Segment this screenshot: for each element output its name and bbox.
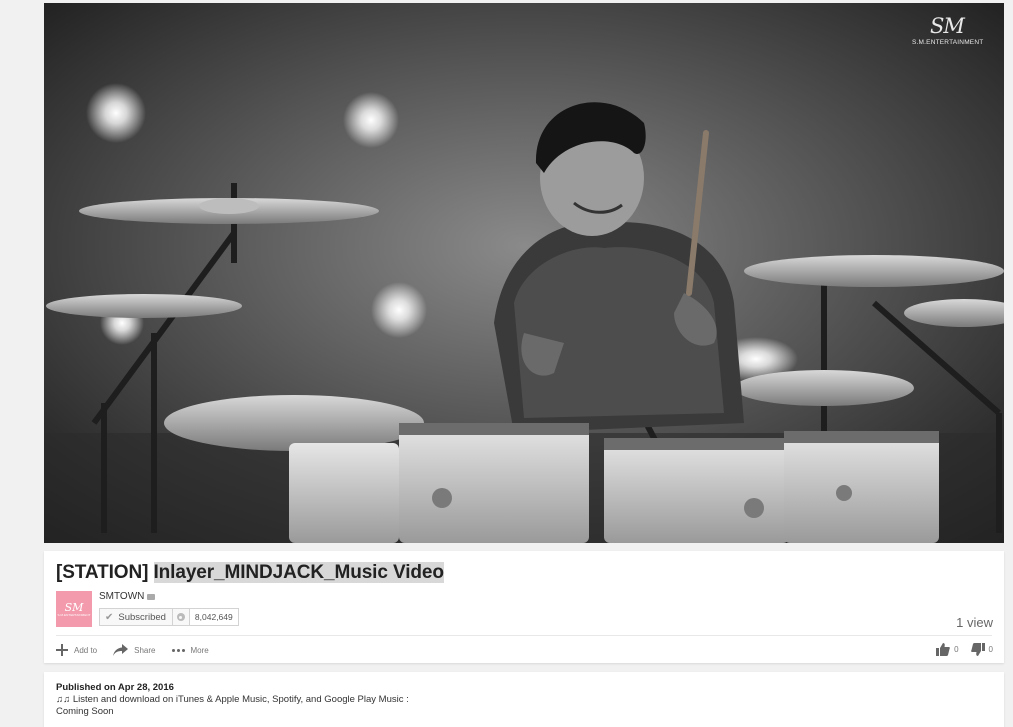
subscribed-label: Subscribed bbox=[118, 611, 166, 623]
publish-date: Published on Apr 28, 2016 bbox=[56, 682, 174, 693]
view-count: 1 view bbox=[956, 615, 993, 630]
rating-bar: 0 0 bbox=[928, 643, 993, 656]
dislike-button[interactable]: 0 bbox=[970, 643, 993, 656]
channel-avatar[interactable]: SM S.M.ENTERTAINMENT bbox=[56, 591, 92, 627]
share-icon bbox=[113, 644, 129, 656]
like-button[interactable]: 0 bbox=[936, 643, 959, 656]
plus-icon bbox=[56, 644, 68, 656]
check-icon: ✔ bbox=[105, 611, 114, 623]
add-to-label: Add to bbox=[74, 645, 98, 655]
avatar-subtext: S.M.ENTERTAINMENT bbox=[57, 612, 91, 617]
subscription-settings-button[interactable] bbox=[172, 608, 190, 626]
more-button[interactable]: More bbox=[171, 645, 209, 655]
add-to-button[interactable]: Add to bbox=[56, 644, 97, 656]
video-frame bbox=[44, 3, 1004, 543]
subscriber-count: 8,042,649 bbox=[189, 608, 239, 626]
thumbs-up-icon bbox=[936, 643, 950, 656]
description-line-2: Coming Soon bbox=[56, 706, 114, 717]
video-player[interactable]: SM S.M.ENTERTAINMENT bbox=[44, 3, 1004, 543]
more-dots-icon bbox=[171, 648, 185, 652]
like-count: 0 bbox=[954, 645, 959, 654]
action-bar: Add to Share More bbox=[56, 643, 225, 657]
video-title-prefix: [STATION] bbox=[56, 562, 154, 583]
sm-watermark-logo: SM S.M.ENTERTAINMENT bbox=[912, 14, 984, 46]
avatar-logo-text: SM bbox=[64, 600, 84, 614]
share-label: Share bbox=[134, 645, 156, 655]
video-info-card: [STATION] Inlayer_MINDJACK_Music Video S… bbox=[44, 551, 1004, 663]
verified-icon bbox=[147, 593, 156, 600]
more-label: More bbox=[190, 645, 209, 655]
watermark-subtext: S.M.ENTERTAINMENT bbox=[912, 39, 984, 46]
video-title: [STATION] Inlayer_MINDJACK_Music Video bbox=[56, 562, 444, 584]
thumbs-down-icon bbox=[970, 643, 985, 656]
gear-icon bbox=[176, 613, 185, 621]
channel-name: SMTOWN bbox=[99, 591, 145, 602]
channel-name-link[interactable]: SMTOWN bbox=[99, 591, 156, 602]
subscribed-button[interactable]: ✔ Subscribed bbox=[99, 608, 173, 626]
description-card: Published on Apr 28, 2016 ♫♫ Listen and … bbox=[44, 672, 1004, 727]
divider bbox=[56, 635, 992, 636]
video-title-highlight: Inlayer_MINDJACK_Music Video bbox=[153, 562, 444, 583]
subscribe-group: ✔ Subscribed 8,042,649 bbox=[99, 608, 239, 626]
dislike-count: 0 bbox=[988, 645, 993, 654]
watermark-logo-text: SM bbox=[930, 14, 965, 38]
share-button[interactable]: Share bbox=[113, 644, 156, 656]
description-line-1: ♫♫ Listen and download on iTunes & Apple… bbox=[56, 694, 409, 705]
